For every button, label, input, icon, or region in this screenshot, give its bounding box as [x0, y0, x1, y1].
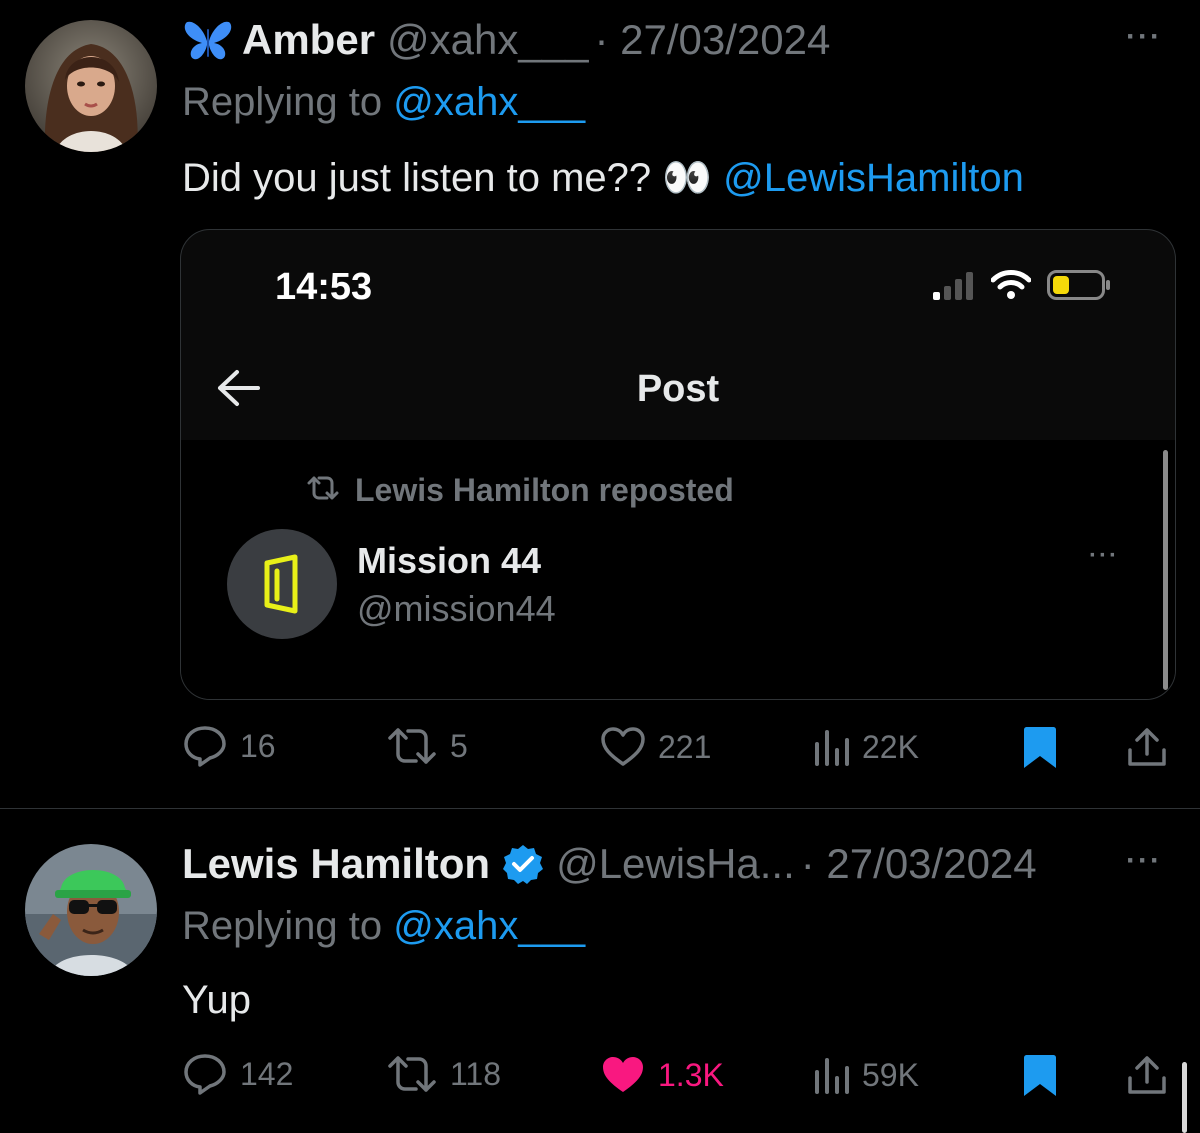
tweet-text: Yup — [182, 978, 251, 1022]
embed-scrollbar[interactable] — [1163, 450, 1168, 690]
views-button[interactable]: 22K — [812, 726, 919, 768]
battery-icon — [1047, 270, 1111, 305]
more-options-icon[interactable]: ··· — [1126, 844, 1162, 878]
timestamp[interactable]: · 27/03/2024 — [801, 840, 1037, 888]
more-options-icon[interactable]: ··· — [1126, 20, 1162, 54]
reply-icon — [182, 724, 228, 768]
embedded-screenshot[interactable]: 14:53 Post Lewis Hamilton reposted Missi… — [180, 229, 1176, 700]
avatar-amber[interactable] — [25, 20, 157, 152]
replying-handle-link[interactable]: @xahx___ — [393, 80, 585, 124]
views-button[interactable]: 59K — [812, 1054, 919, 1096]
replying-to: Replying to @xahx___ — [182, 80, 585, 125]
heart-filled-icon — [600, 1054, 646, 1096]
replying-prefix: Replying to — [182, 80, 394, 124]
timestamp[interactable]: · 27/03/2024 — [594, 16, 830, 64]
share-icon[interactable] — [1126, 1054, 1168, 1101]
mention-link[interactable]: @LewisHamilton — [723, 156, 1024, 200]
reply-count: 142 — [240, 1055, 294, 1092]
repost-icon — [305, 475, 341, 506]
share-icon[interactable] — [1126, 726, 1168, 773]
reply-button[interactable]: 16 — [182, 724, 276, 768]
butterfly-icon — [182, 17, 234, 63]
views-icon — [812, 1054, 850, 1096]
embed-header-title: Post — [636, 368, 720, 410]
tweet-text: Did you just listen to me?? 👀 — [182, 156, 724, 200]
views-count: 59K — [862, 1056, 919, 1093]
repost-button[interactable]: 5 — [386, 726, 468, 766]
repost-icon — [386, 1054, 438, 1094]
verified-badge-icon[interactable] — [502, 843, 544, 885]
wifi-icon — [990, 268, 1032, 305]
bookmark-icon[interactable] — [1022, 1054, 1058, 1103]
reply-button[interactable]: 142 — [182, 1052, 293, 1096]
status-time: 14:53 — [275, 266, 373, 308]
tweet-body: Did you just listen to me?? 👀 @LewisHami… — [182, 154, 1024, 201]
avatar-lewis[interactable] — [25, 844, 157, 976]
handle[interactable]: @LewisHa... — [556, 840, 795, 888]
repost-button[interactable]: 118 — [386, 1054, 501, 1094]
replying-handle-link[interactable]: @xahx___ — [393, 904, 585, 948]
like-count: 1.3K — [658, 1056, 724, 1093]
reply-count: 16 — [240, 727, 276, 764]
page-scrollbar[interactable] — [1182, 1062, 1187, 1133]
tweet-divider — [0, 808, 1200, 809]
views-count: 22K — [862, 728, 919, 765]
repost-count: 118 — [450, 1055, 502, 1092]
repost-indicator: Lewis Hamilton reposted — [305, 472, 734, 509]
replying-prefix: Replying to — [182, 904, 394, 948]
like-count: 221 — [658, 728, 712, 765]
embed-author-handle[interactable]: @mission44 — [357, 588, 556, 630]
views-icon — [812, 726, 850, 768]
reply-icon — [182, 1052, 228, 1096]
repost-label: Lewis Hamilton reposted — [355, 472, 734, 508]
avatar-mission44[interactable] — [227, 529, 337, 639]
embed-more-icon[interactable]: ··· — [1089, 542, 1119, 570]
signal-icon — [933, 272, 979, 305]
bookmark-icon[interactable] — [1022, 726, 1058, 775]
replying-to: Replying to @xahx___ — [182, 904, 585, 949]
handle[interactable]: @xahx___ — [387, 16, 588, 64]
embed-author-name[interactable]: Mission 44 — [357, 540, 541, 582]
display-name[interactable]: Lewis Hamilton — [182, 840, 490, 888]
like-button[interactable]: 1.3K — [600, 1054, 724, 1096]
repost-count: 5 — [450, 727, 468, 764]
heart-icon — [600, 726, 646, 768]
repost-icon — [386, 726, 438, 766]
display-name[interactable]: Amber — [242, 16, 375, 64]
like-button[interactable]: 221 — [600, 726, 711, 768]
